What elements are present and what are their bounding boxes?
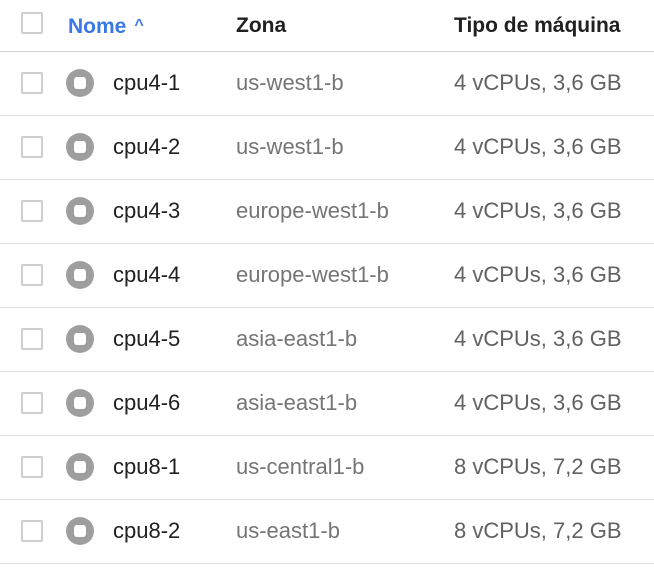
column-header-zone[interactable]: Zona <box>236 13 286 39</box>
instance-name-link[interactable]: cpu8-1 <box>113 454 180 480</box>
instance-name-link[interactable]: cpu4-4 <box>113 262 180 288</box>
stopped-status-icon <box>66 69 94 97</box>
stopped-status-icon <box>66 197 94 225</box>
instance-machine-type: 8 vCPUs, 7,2 GB <box>454 454 622 479</box>
row-checkbox[interactable] <box>21 136 43 158</box>
instance-zone: asia-east1-b <box>236 390 358 415</box>
row-checkbox[interactable] <box>21 456 43 478</box>
table-row[interactable]: cpu4-3 europe-west1-b 4 vCPUs, 3,6 GB <box>0 180 654 244</box>
instance-name-link[interactable]: cpu4-1 <box>113 70 180 96</box>
instance-machine-type: 4 vCPUs, 3,6 GB <box>454 70 622 95</box>
table-row[interactable]: cpu4-2 us-west1-b 4 vCPUs, 3,6 GB <box>0 116 654 180</box>
row-checkbox[interactable] <box>21 392 43 414</box>
instance-name-link[interactable]: cpu4-5 <box>113 326 180 352</box>
instance-zone: europe-west1-b <box>236 198 389 223</box>
column-header-name[interactable]: Nome ^ <box>68 13 144 40</box>
table-row[interactable]: cpu4-1 us-west1-b 4 vCPUs, 3,6 GB <box>0 52 654 116</box>
table-row[interactable]: cpu4-6 asia-east1-b 4 vCPUs, 3,6 GB <box>0 372 654 436</box>
stopped-status-icon <box>66 261 94 289</box>
instance-machine-type: 8 vCPUs, 7,2 GB <box>454 518 622 543</box>
instance-zone: us-west1-b <box>236 70 344 95</box>
sort-ascending-icon[interactable]: ^ <box>134 13 143 39</box>
row-checkbox[interactable] <box>21 200 43 222</box>
stopped-status-icon <box>66 325 94 353</box>
row-checkbox[interactable] <box>21 328 43 350</box>
row-checkbox[interactable] <box>21 520 43 542</box>
table-row[interactable]: cpu8-2 us-east1-b 8 vCPUs, 7,2 GB <box>0 500 654 564</box>
table-row[interactable]: cpu8-1 us-central1-b 8 vCPUs, 7,2 GB <box>0 436 654 500</box>
instance-name-link[interactable]: cpu4-3 <box>113 198 180 224</box>
instance-machine-type: 4 vCPUs, 3,6 GB <box>454 326 622 351</box>
instance-name-link[interactable]: cpu8-2 <box>113 518 180 544</box>
instance-name-link[interactable]: cpu4-6 <box>113 390 180 416</box>
instance-machine-type: 4 vCPUs, 3,6 GB <box>454 390 622 415</box>
column-header-name-label: Nome <box>68 15 127 38</box>
row-checkbox[interactable] <box>21 72 43 94</box>
stopped-status-icon <box>66 389 94 417</box>
instance-machine-type: 4 vCPUs, 3,6 GB <box>454 134 622 159</box>
table-row[interactable]: cpu4-5 asia-east1-b 4 vCPUs, 3,6 GB <box>0 308 654 372</box>
vm-instances-table: Nome ^ Zona Tipo de máquina cpu4-1 us-wes… <box>0 0 654 564</box>
select-all-checkbox[interactable] <box>21 12 43 34</box>
instance-zone: us-east1-b <box>236 518 340 543</box>
row-checkbox[interactable] <box>21 264 43 286</box>
instance-machine-type: 4 vCPUs, 3,6 GB <box>454 198 622 223</box>
instance-name-link[interactable]: cpu4-2 <box>113 134 180 160</box>
instance-zone: europe-west1-b <box>236 262 389 287</box>
table-header: Nome ^ Zona Tipo de máquina <box>0 0 654 52</box>
stopped-status-icon <box>66 453 94 481</box>
column-header-machine-type[interactable]: Tipo de máquina <box>454 13 620 39</box>
stopped-status-icon <box>66 517 94 545</box>
instance-machine-type: 4 vCPUs, 3,6 GB <box>454 262 622 287</box>
stopped-status-icon <box>66 133 94 161</box>
table-row[interactable]: cpu4-4 europe-west1-b 4 vCPUs, 3,6 GB <box>0 244 654 308</box>
instance-zone: us-west1-b <box>236 134 344 159</box>
instance-zone: us-central1-b <box>236 454 365 479</box>
instance-zone: asia-east1-b <box>236 326 358 351</box>
